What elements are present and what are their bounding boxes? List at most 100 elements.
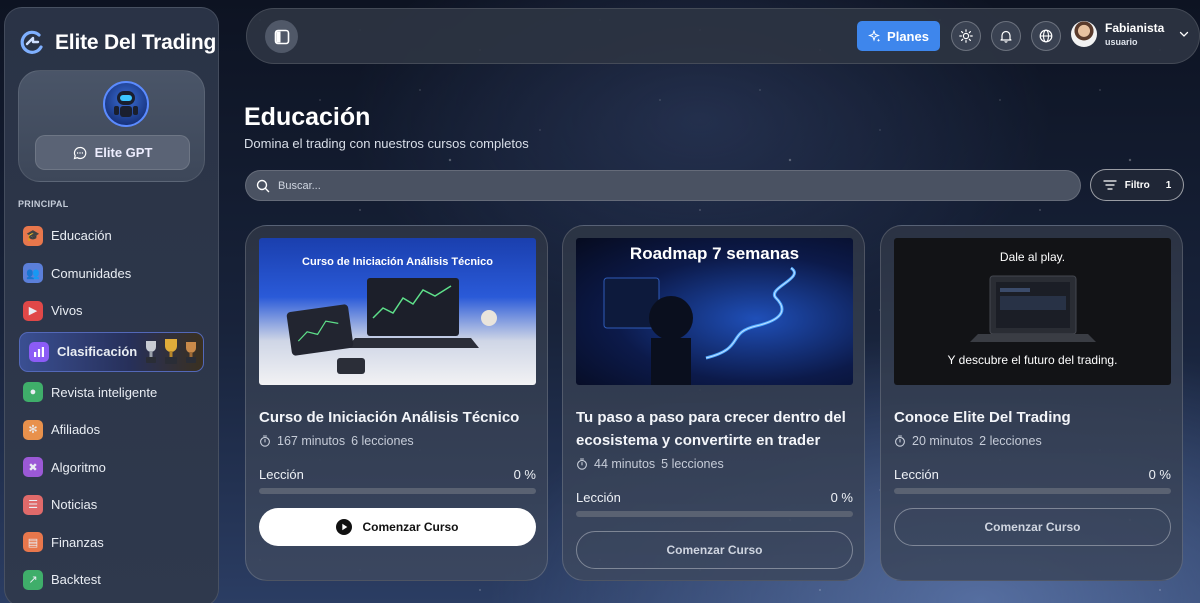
course-title: Curso de Iniciación Análisis Técnico: [259, 409, 520, 426]
news-icon: ☰: [23, 494, 43, 515]
sidebar-toggle-button[interactable]: [265, 20, 298, 53]
sidebar: Elite Del Trading Elite GPT PRINCIPAL 🎓 …: [4, 7, 219, 603]
algorithm-icon: ✖: [23, 457, 43, 478]
sidebar-item-revista-inteligente[interactable]: ● Revista inteligente: [5, 374, 218, 412]
backtest-icon: ↗: [23, 569, 43, 590]
affiliates-icon: ✻: [23, 419, 43, 440]
sidebar-item-label: Algoritmo: [51, 459, 106, 475]
roadmap-illustration: [603, 266, 796, 385]
course-meta: 167 minutos 6 lecciones: [259, 434, 414, 448]
progress-value: 0 %: [513, 467, 536, 482]
sidebar-item-label: Finanzas: [51, 534, 104, 550]
course-card[interactable]: Roadmap 7 semanas Tu paso a paso para cr…: [562, 225, 865, 581]
search-input[interactable]: [278, 179, 1038, 192]
stopwatch-icon: [577, 458, 587, 470]
course-card[interactable]: Dale al play. Y descubre el futuro del t…: [880, 225, 1183, 581]
sidebar-item-label: Clasificación: [57, 344, 138, 359]
page-title: Educación: [244, 103, 371, 131]
progress-bar: [894, 488, 1171, 494]
course-thumbnail[interactable]: Roadmap 7 semanas: [576, 238, 853, 385]
course-lessons: 5 lecciones: [661, 457, 724, 471]
search-icon: [256, 179, 270, 192]
sidebar-item-label: Vivos: [51, 303, 83, 319]
brand-logo-icon: [20, 30, 43, 54]
live-video-icon: ▶: [23, 300, 43, 321]
sidebar-item-finanzas[interactable]: ▤ Finanzas: [5, 524, 218, 562]
course-lessons: 6 lecciones: [351, 434, 414, 448]
filter-count-badge: 1: [1165, 179, 1172, 191]
progress-bar: [576, 511, 853, 517]
elite-gpt-button[interactable]: Elite GPT: [35, 135, 190, 170]
avatar: [1071, 21, 1097, 47]
language-button[interactable]: [1031, 21, 1061, 51]
chat-bubble-icon: [73, 146, 86, 159]
start-course-button[interactable]: Comenzar Curso: [576, 531, 853, 569]
course-lessons: 2 lecciones: [979, 434, 1042, 448]
course-meta: 44 minutos 5 lecciones: [576, 457, 724, 471]
progress-label: Lección: [894, 467, 939, 482]
user-menu[interactable]: Fabianista usuario: [1071, 21, 1190, 47]
elite-gpt-label: Elite GPT: [94, 145, 153, 160]
course-thumbnail[interactable]: Curso de Iniciación Análisis Técnico: [259, 238, 536, 385]
start-course-label: Comenzar Curso: [362, 520, 459, 534]
trophy-icon: [165, 338, 177, 364]
sidebar-item-afiliados[interactable]: ✻ Afiliados: [5, 411, 218, 449]
page-subtitle: Domina el trading con nuestros cursos co…: [244, 136, 529, 151]
sun-icon: [959, 29, 973, 43]
bar-chart-icon: [29, 341, 49, 362]
globe-icon: [1039, 29, 1053, 43]
course-card[interactable]: Curso de Iniciación Análisis Técnico Cur…: [245, 225, 548, 581]
laptop-charts-illustration: [286, 278, 497, 374]
course-thumbnail[interactable]: Dale al play. Y descubre el futuro del t…: [894, 238, 1171, 385]
notifications-button[interactable]: [991, 21, 1021, 51]
play-circle-icon: [336, 519, 353, 535]
thumbnail-bottom-text: Y descubre el futuro del trading.: [947, 353, 1118, 367]
planes-button[interactable]: Planes: [857, 21, 940, 51]
sidebar-item-vivos[interactable]: ▶ Vivos: [5, 292, 218, 330]
sidebar-item-algoritmo[interactable]: ✖ Algoritmo: [5, 449, 218, 487]
sidebar-item-label: Afiliados: [51, 422, 101, 438]
start-course-button[interactable]: Comenzar Curso: [894, 508, 1171, 546]
course-meta: 20 minutos 2 lecciones: [894, 434, 1042, 448]
filter-button[interactable]: Filtro 1: [1090, 169, 1184, 201]
filter-label: Filtro: [1124, 179, 1150, 191]
theme-toggle-button[interactable]: [951, 21, 981, 51]
brand[interactable]: Elite Del Trading: [5, 8, 218, 63]
people-icon: 👥: [23, 263, 43, 284]
sidebar-item-educacion[interactable]: 🎓 Educación: [5, 217, 218, 255]
robot-avatar-icon: [103, 81, 149, 127]
sidebar-item-backtest[interactable]: ↗ Backtest: [5, 561, 218, 599]
start-course-label: Comenzar Curso: [984, 520, 1081, 534]
sidebar-item-label: Comunidades: [51, 265, 132, 281]
course-title: Tu paso a paso para crecer dentro del ec…: [576, 409, 846, 449]
filter-lines-icon: [1103, 180, 1117, 190]
start-course-button[interactable]: Comenzar Curso: [259, 508, 536, 546]
stopwatch-icon: [260, 435, 270, 447]
brand-name: Elite Del Trading: [55, 30, 217, 54]
progress-value: 0 %: [1148, 467, 1171, 482]
sidebar-item-label: Revista inteligente: [51, 384, 158, 400]
sidebar-item-label: Educación: [51, 228, 112, 244]
progress-bar: [259, 488, 536, 494]
bell-icon: [1000, 30, 1012, 43]
sidebar-nav: 🎓 Educación 👥 Comunidades ▶ Vivos Clasif…: [5, 217, 218, 599]
elite-gpt-card: Elite GPT: [18, 70, 205, 182]
stopwatch-icon: [895, 435, 905, 447]
user-role: usuario: [1105, 37, 1138, 47]
magazine-icon: ●: [23, 382, 43, 403]
topbar: Planes Fabianista usuario: [246, 8, 1200, 64]
sidebar-item-label: Noticias: [51, 497, 98, 513]
progress-label: Lección: [259, 467, 304, 482]
finance-icon: ▤: [23, 532, 43, 553]
sidebar-panel-icon: [274, 29, 289, 44]
progress-row: Lección 0 %: [894, 467, 1171, 482]
progress-row: Lección 0 %: [259, 467, 536, 482]
course-duration: 20 minutos: [912, 434, 974, 448]
progress-value: 0 %: [830, 490, 853, 505]
progress-row: Lección 0 %: [576, 490, 853, 505]
sidebar-item-label: Backtest: [51, 572, 101, 588]
sidebar-item-comunidades[interactable]: 👥 Comunidades: [5, 255, 218, 293]
sidebar-item-clasificacion[interactable]: Clasificación: [19, 331, 204, 372]
sidebar-item-noticias[interactable]: ☰ Noticias: [5, 486, 218, 524]
trophies-decoration: [142, 337, 200, 367]
